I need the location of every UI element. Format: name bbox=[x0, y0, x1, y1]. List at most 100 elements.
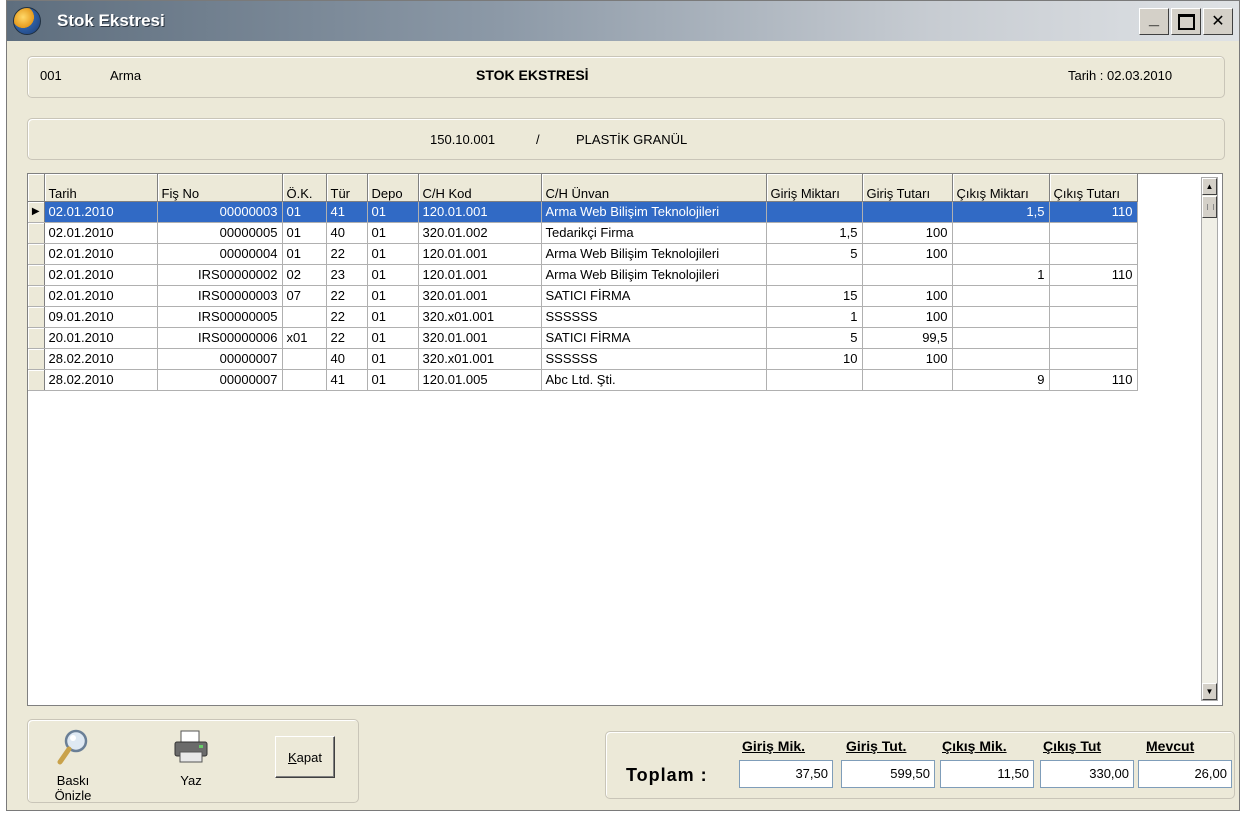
cell-ch-unvan[interactable]: Arma Web Bilişim Teknolojileri bbox=[541, 201, 767, 223]
column-header-cikis-miktari[interactable]: Çıkış Miktarı bbox=[952, 174, 1050, 202]
scroll-up-button[interactable]: ▲ bbox=[1202, 178, 1217, 195]
cell-ch-unvan[interactable]: Arma Web Bilişim Teknolojileri bbox=[541, 243, 767, 265]
row-indicator[interactable] bbox=[28, 285, 45, 307]
row-indicator[interactable] bbox=[28, 327, 45, 349]
cell-depo[interactable]: 01 bbox=[367, 327, 419, 349]
close-form-button[interactable]: Kapat bbox=[275, 736, 335, 778]
cell-tur[interactable]: 41 bbox=[326, 201, 368, 223]
column-header-tur[interactable]: Tür bbox=[326, 174, 368, 202]
cell-giris-miktari[interactable]: 5 bbox=[766, 243, 863, 265]
cell-fis-no[interactable]: 00000007 bbox=[157, 369, 283, 391]
cell-giris-tutari[interactable]: 99,5 bbox=[862, 327, 953, 349]
cell-tarih[interactable]: 28.02.2010 bbox=[44, 348, 158, 370]
cell-tur[interactable]: 40 bbox=[326, 222, 368, 244]
cell-tur[interactable]: 22 bbox=[326, 285, 368, 307]
column-header-cikis-tutari[interactable]: Çıkış Tutarı bbox=[1049, 174, 1138, 202]
cell-giris-miktari[interactable] bbox=[766, 201, 863, 223]
row-indicator[interactable] bbox=[28, 306, 45, 328]
cell-cikis-tutari[interactable]: 110 bbox=[1049, 201, 1138, 223]
cell-tarih[interactable]: 02.01.2010 bbox=[44, 264, 158, 286]
cell-cikis-tutari[interactable] bbox=[1049, 306, 1138, 328]
cell-fis-no[interactable]: IRS00000002 bbox=[157, 264, 283, 286]
cell-ch-kod[interactable]: 120.01.001 bbox=[418, 264, 542, 286]
cell-ch-kod[interactable]: 320.01.001 bbox=[418, 285, 542, 307]
table-row[interactable]: 02.01.2010 IRS00000002 02 23 01 120.01.001 Arm… bbox=[28, 264, 1138, 286]
print-button[interactable]: Yaz bbox=[166, 728, 216, 788]
close-button[interactable]: ✕ bbox=[1203, 8, 1233, 35]
cell-cikis-miktari[interactable] bbox=[952, 285, 1050, 307]
cell-ch-unvan[interactable]: SSSSSS bbox=[541, 306, 767, 328]
cell-depo[interactable]: 01 bbox=[367, 306, 419, 328]
cell-ok[interactable]: 07 bbox=[282, 285, 327, 307]
cell-tur[interactable]: 40 bbox=[326, 348, 368, 370]
cell-ok[interactable] bbox=[282, 369, 327, 391]
cell-ch-kod[interactable]: 120.01.005 bbox=[418, 369, 542, 391]
cell-ch-unvan[interactable]: Tedarikçi Firma bbox=[541, 222, 767, 244]
table-row[interactable]: 28.02.2010 00000007 41 01 120.01.005 Abc Ltd.… bbox=[28, 369, 1138, 391]
cell-cikis-miktari[interactable] bbox=[952, 327, 1050, 349]
cell-tur[interactable]: 22 bbox=[326, 327, 368, 349]
cell-giris-miktari[interactable]: 5 bbox=[766, 327, 863, 349]
cell-giris-tutari[interactable]: 100 bbox=[862, 348, 953, 370]
cell-giris-tutari[interactable]: 100 bbox=[862, 243, 953, 265]
cell-tur[interactable]: 22 bbox=[326, 243, 368, 265]
cell-ch-kod[interactable]: 320.x01.001 bbox=[418, 348, 542, 370]
cell-depo[interactable]: 01 bbox=[367, 201, 419, 223]
cell-fis-no[interactable]: IRS00000006 bbox=[157, 327, 283, 349]
cell-depo[interactable]: 01 bbox=[367, 222, 419, 244]
cell-ch-kod[interactable]: 120.01.001 bbox=[418, 243, 542, 265]
cell-cikis-miktari[interactable]: 1 bbox=[952, 264, 1050, 286]
cell-tarih[interactable]: 09.01.2010 bbox=[44, 306, 158, 328]
current-row-indicator-icon[interactable]: ▶ bbox=[28, 201, 45, 223]
minimize-button[interactable]: _ bbox=[1139, 8, 1169, 35]
cell-fis-no[interactable]: IRS00000003 bbox=[157, 285, 283, 307]
cell-giris-tutari[interactable]: 100 bbox=[862, 285, 953, 307]
cell-ok[interactable]: 02 bbox=[282, 264, 327, 286]
print-preview-button[interactable]: Baskı Önizle bbox=[38, 728, 108, 803]
cell-cikis-tutari[interactable]: 110 bbox=[1049, 264, 1138, 286]
table-row[interactable]: ▶ 02.01.2010 00000003 01 41 01 120.01.001 Arma … bbox=[28, 201, 1138, 223]
cell-tarih[interactable]: 28.02.2010 bbox=[44, 369, 158, 391]
cell-giris-tutari[interactable] bbox=[862, 369, 953, 391]
cell-ch-kod[interactable]: 320.01.001 bbox=[418, 327, 542, 349]
cell-tur[interactable]: 23 bbox=[326, 264, 368, 286]
cell-cikis-tutari[interactable] bbox=[1049, 348, 1138, 370]
cell-cikis-miktari[interactable]: 1,5 bbox=[952, 201, 1050, 223]
table-row[interactable]: 02.01.2010 00000005 01 40 01 320.01.002 Tedari… bbox=[28, 222, 1138, 244]
row-indicator[interactable] bbox=[28, 222, 45, 244]
cell-ok[interactable]: x01 bbox=[282, 327, 327, 349]
cell-giris-tutari[interactable] bbox=[862, 264, 953, 286]
cell-ok[interactable] bbox=[282, 348, 327, 370]
cell-tur[interactable]: 41 bbox=[326, 369, 368, 391]
column-header-ch-unvan[interactable]: C/H Ünvan bbox=[541, 174, 767, 202]
cell-giris-miktari[interactable] bbox=[766, 369, 863, 391]
cell-giris-miktari[interactable]: 1 bbox=[766, 306, 863, 328]
table-row[interactable]: 09.01.2010 IRS00000005 22 01 320.x01.001 SSSS… bbox=[28, 306, 1138, 328]
cell-ch-kod[interactable]: 320.01.002 bbox=[418, 222, 542, 244]
cell-cikis-tutari[interactable] bbox=[1049, 222, 1138, 244]
cell-fis-no[interactable]: 00000007 bbox=[157, 348, 283, 370]
cell-giris-miktari[interactable] bbox=[766, 264, 863, 286]
cell-depo[interactable]: 01 bbox=[367, 369, 419, 391]
row-indicator[interactable] bbox=[28, 243, 45, 265]
cell-tur[interactable]: 22 bbox=[326, 306, 368, 328]
column-header-tarih[interactable]: Tarih bbox=[44, 174, 158, 202]
cell-cikis-miktari[interactable] bbox=[952, 243, 1050, 265]
cell-ch-kod[interactable]: 120.01.001 bbox=[418, 201, 542, 223]
maximize-button[interactable] bbox=[1171, 8, 1201, 35]
cell-depo[interactable]: 01 bbox=[367, 264, 419, 286]
cell-giris-tutari[interactable]: 100 bbox=[862, 222, 953, 244]
title-bar[interactable]: Stok Ekstresi _ ✕ bbox=[7, 1, 1239, 41]
cell-fis-no[interactable]: 00000003 bbox=[157, 201, 283, 223]
column-header-ch-kod[interactable]: C/H Kod bbox=[418, 174, 542, 202]
cell-ch-unvan[interactable]: Abc Ltd. Şti. bbox=[541, 369, 767, 391]
cell-cikis-miktari[interactable] bbox=[952, 222, 1050, 244]
column-header-fis-no[interactable]: Fiş No bbox=[157, 174, 283, 202]
row-indicator[interactable] bbox=[28, 369, 45, 391]
statement-grid[interactable]: Tarih Fiş No Ö.K. Tür Depo C/H Kod C/H Ünvan Gi… bbox=[27, 173, 1223, 706]
cell-giris-miktari[interactable]: 15 bbox=[766, 285, 863, 307]
row-indicator[interactable] bbox=[28, 348, 45, 370]
cell-giris-miktari[interactable]: 1,5 bbox=[766, 222, 863, 244]
cell-depo[interactable]: 01 bbox=[367, 243, 419, 265]
cell-ch-unvan[interactable]: SATICI FİRMA bbox=[541, 327, 767, 349]
